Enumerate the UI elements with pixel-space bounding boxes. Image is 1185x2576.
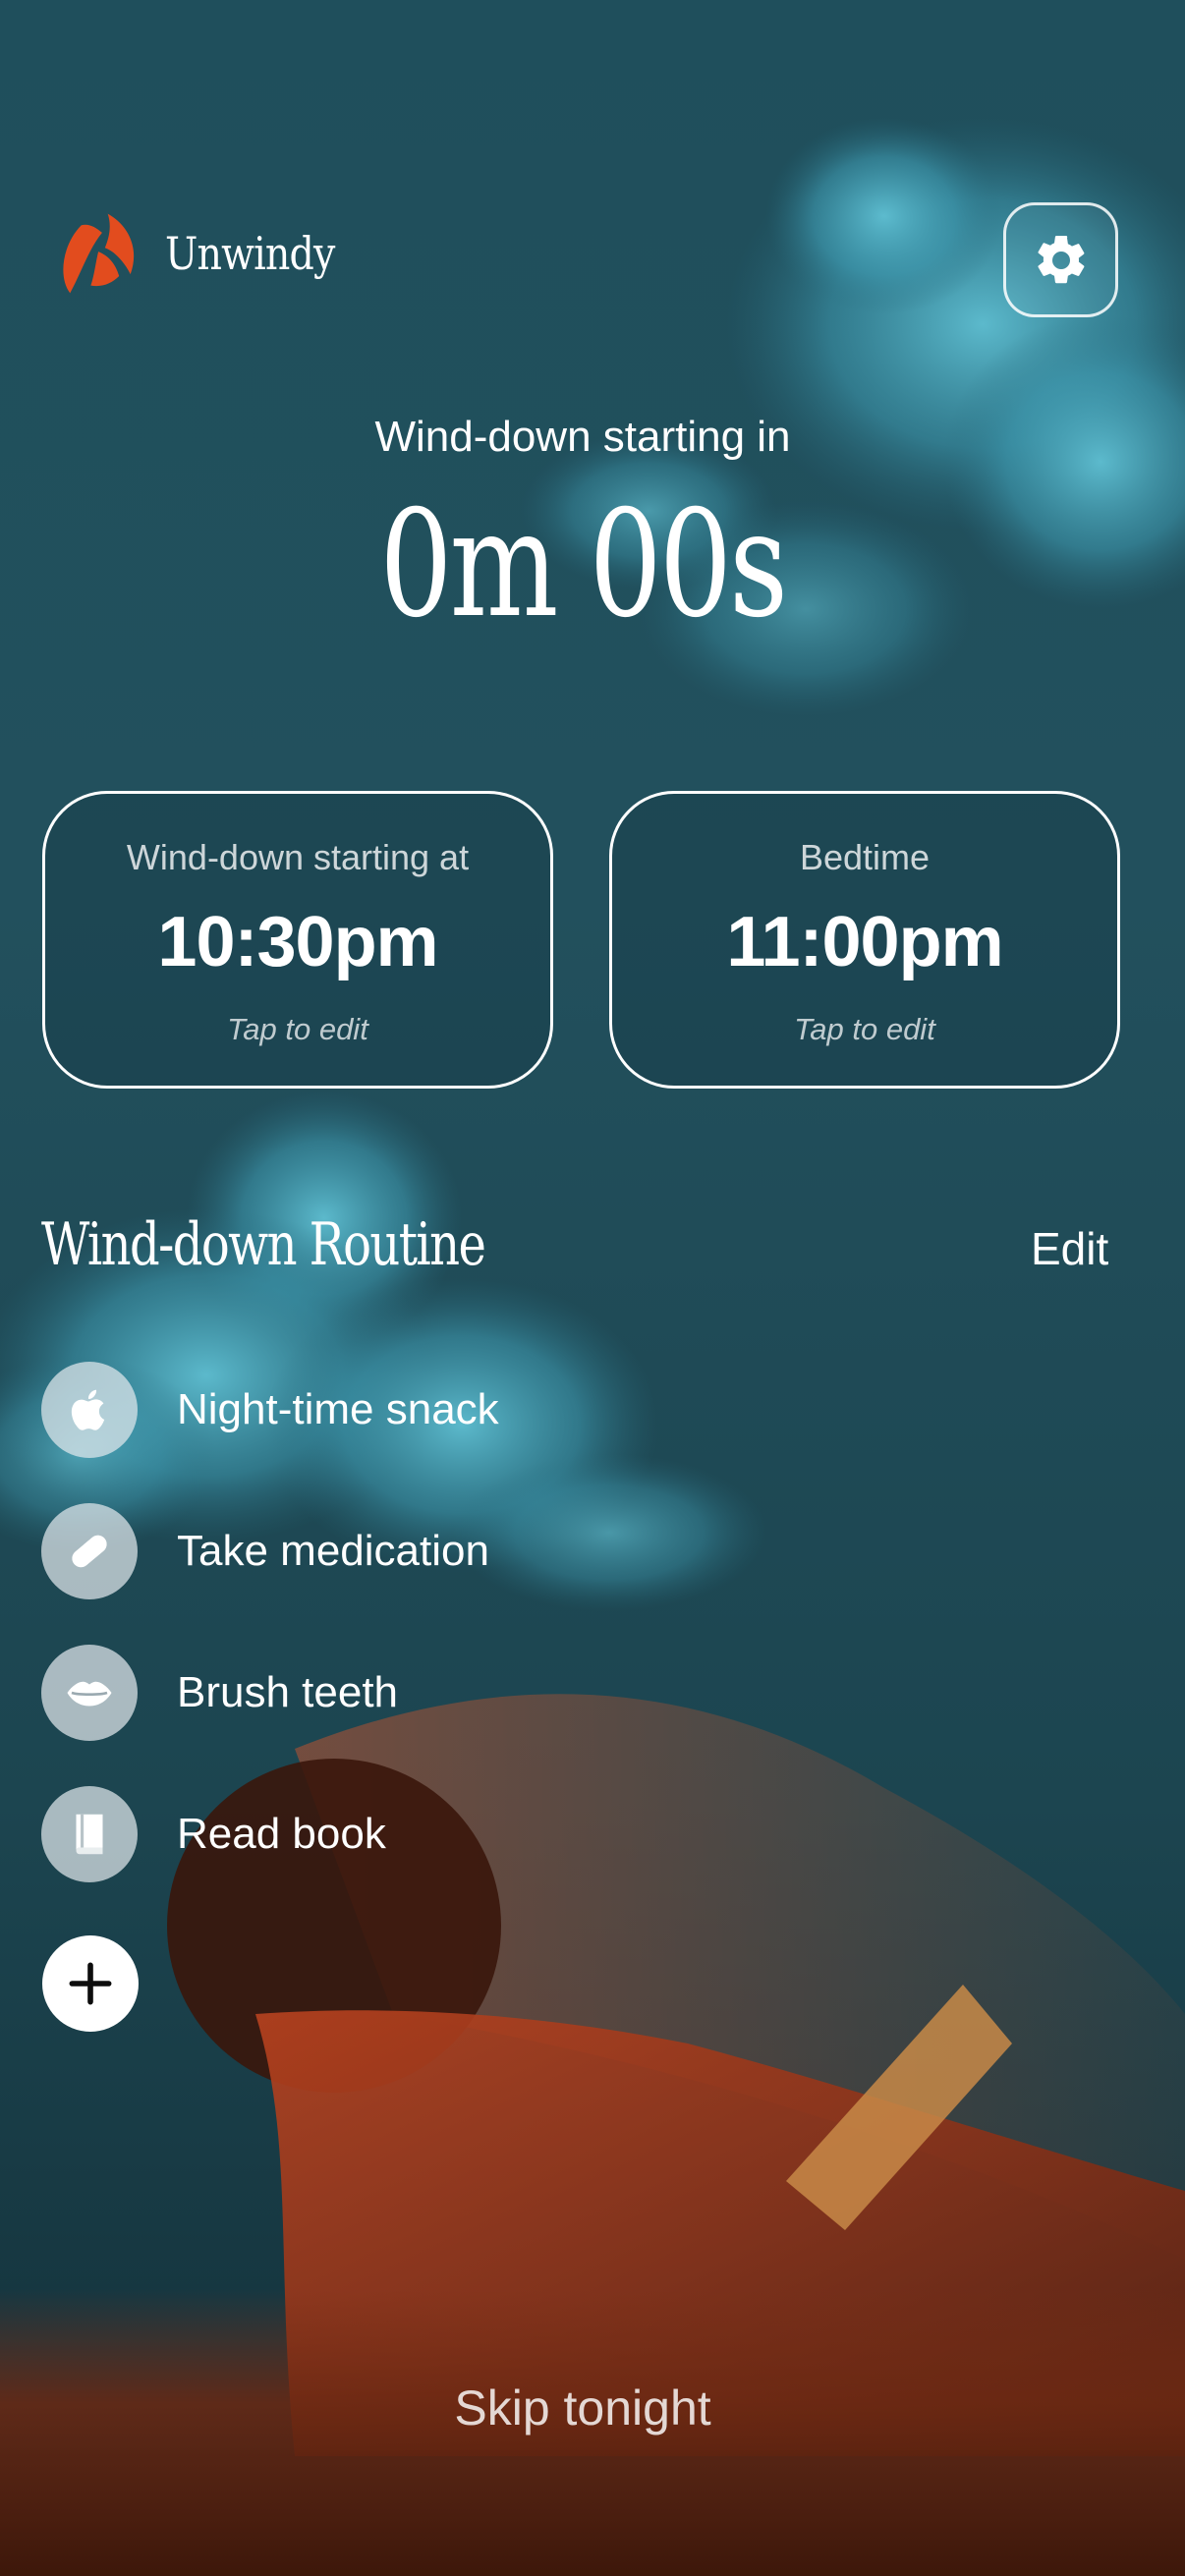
apple-icon — [41, 1362, 138, 1458]
settings-button[interactable] — [1003, 202, 1118, 317]
countdown-label: Wind-down starting in — [374, 413, 791, 461]
routine-item-brush-teeth[interactable]: Brush teeth — [41, 1645, 499, 1741]
edit-routine-button[interactable]: Edit — [1031, 1222, 1108, 1275]
add-routine-item-button[interactable] — [42, 1935, 139, 2032]
plus-icon — [69, 1962, 112, 2005]
bedtime-time: 11:00pm — [726, 903, 1003, 981]
routine-item-night-time-snack[interactable]: Night-time snack — [41, 1362, 499, 1458]
wind-down-time-card[interactable]: Wind-down starting at 10:30pm Tap to edi… — [42, 791, 553, 1089]
routine-item-read-book[interactable]: Read book — [41, 1786, 499, 1882]
routine-item-label: Take medication — [177, 1527, 489, 1575]
countdown-value: 0m 00s — [379, 479, 789, 650]
routine-item-label: Brush teeth — [177, 1668, 399, 1716]
gear-icon — [1037, 235, 1084, 283]
book-icon — [41, 1786, 138, 1882]
routine-item-label: Night-time snack — [177, 1385, 499, 1433]
mouth-icon — [41, 1645, 138, 1741]
wind-down-card-label: Wind-down starting at — [126, 837, 470, 877]
routine-item-take-medication[interactable]: Take medication — [41, 1503, 499, 1599]
background-illustration — [0, 0, 1185, 2576]
countdown-timer: 0m 00s — [0, 491, 1165, 639]
skip-tonight-button[interactable]: Skip tonight — [0, 2380, 1165, 2436]
unwindy-logo — [63, 213, 135, 294]
wind-down-time: 10:30pm — [157, 903, 438, 981]
routine-list: Night-time snack Take medication Brush t… — [41, 1362, 499, 1928]
pill-icon — [41, 1503, 138, 1599]
routine-item-label: Read book — [177, 1810, 386, 1858]
routine-title: Wind-down Routine — [41, 1210, 486, 1279]
bedtime-card-label: Bedtime — [799, 837, 931, 877]
bedtime-edit-hint: Tap to edit — [794, 1012, 935, 1046]
wind-down-edit-hint: Tap to edit — [227, 1012, 368, 1046]
app-brand: Unwindy — [53, 206, 363, 301]
app-name: Unwindy — [165, 227, 335, 280]
bedtime-card[interactable]: Bedtime 11:00pm Tap to edit — [609, 791, 1120, 1089]
